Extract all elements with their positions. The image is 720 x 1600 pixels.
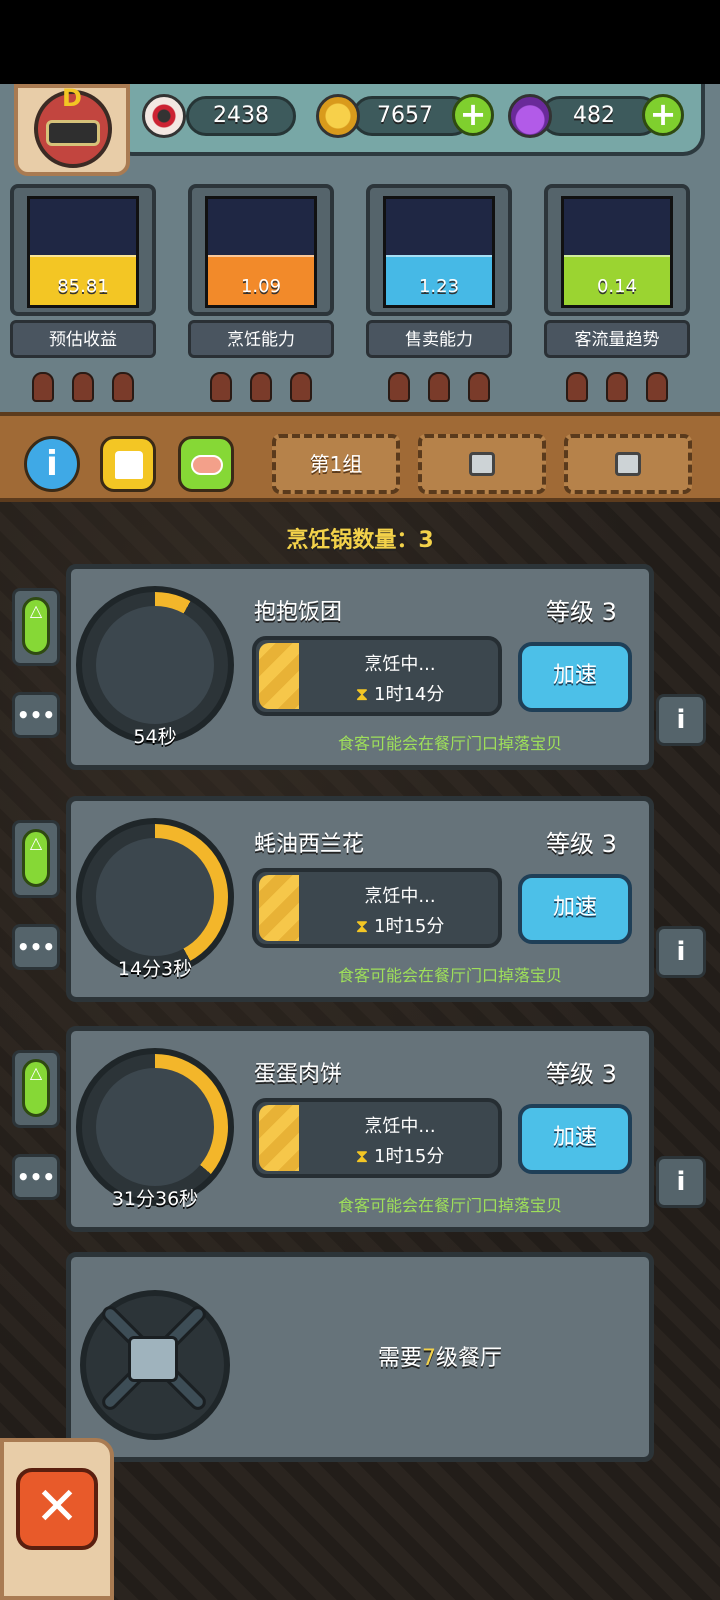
lock-icon — [615, 452, 641, 476]
speed-up-button[interactable]: 加速 — [518, 642, 632, 712]
meter-legs — [562, 362, 672, 402]
hourglass-icon: ⧗ — [355, 916, 369, 937]
dish-level: 等级 3 — [546, 598, 617, 626]
pot-info-button[interactable]: i — [656, 926, 706, 978]
add-coin-button[interactable]: + — [452, 94, 494, 136]
cook-duration: ⧗ 1时15分 — [300, 912, 500, 938]
hourglass-icon: ⧗ — [355, 1146, 369, 1167]
cook-duration-text: 1时15分 — [374, 916, 445, 937]
meter-legs — [206, 362, 316, 402]
unlock-suffix: 级餐厅 — [436, 1346, 503, 1371]
shirt-icon — [115, 451, 143, 479]
cook-countdown: 14分3秒 — [117, 958, 193, 980]
more-options-button[interactable]: ••• — [12, 924, 60, 970]
cook-status: 烹饪中... — [364, 654, 436, 675]
pot-info-button[interactable]: i — [656, 1156, 706, 1208]
dish-name: 抱抱饭团 — [254, 600, 343, 625]
stat-label: 售卖能力 — [366, 320, 512, 358]
eyeball-count: 2438 — [213, 103, 269, 128]
dish-level: 等级 3 — [546, 1060, 617, 1088]
stat-label: 预估收益 — [10, 320, 156, 358]
outfit-button[interactable] — [100, 436, 156, 492]
more-options-button[interactable]: ••• — [12, 1154, 60, 1200]
upgrade-tab[interactable]: △ — [12, 1050, 60, 1128]
drop-note: 食客可能会在餐厅门口掉落宝贝 — [337, 734, 562, 753]
tab-group-1[interactable]: 第1组 — [272, 434, 400, 494]
close-button[interactable]: ✕ — [16, 1468, 98, 1550]
dish-plate-icon — [96, 606, 214, 724]
stat-value: 85.81 — [57, 276, 109, 297]
sushi-icon — [191, 455, 223, 475]
add-potion-button[interactable]: + — [642, 94, 684, 136]
upgrade-tab[interactable]: △ — [12, 820, 60, 898]
cook-progress-fill — [259, 875, 299, 941]
pot-count: 烹饪锅数量：3 — [0, 522, 720, 554]
cook-duration: ⧗ 1时15分 — [300, 1142, 500, 1168]
meter-legs — [28, 362, 138, 402]
cook-countdown: 31分36秒 — [111, 1188, 199, 1210]
avatar-mouth-icon — [46, 120, 100, 146]
dish-plate-icon — [96, 838, 214, 956]
stat-value: 1.23 — [418, 276, 460, 297]
drop-note: 食客可能会在餐厅门口掉落宝贝 — [337, 1196, 562, 1215]
speed-up-button[interactable]: 加速 — [518, 1104, 632, 1174]
potion-icon — [508, 94, 552, 138]
dish-plate-icon — [96, 1068, 214, 1186]
upgrade-button[interactable]: △ — [22, 1059, 50, 1117]
dish-name: 蚝油西兰花 — [254, 832, 365, 857]
eyeball-icon — [142, 94, 186, 138]
dish-level: 等级 3 — [546, 830, 617, 858]
coin-icon — [316, 94, 360, 138]
pot-count-label: 烹饪锅数量： — [286, 528, 419, 553]
recipe-button[interactable] — [178, 436, 234, 492]
pot-count-value: 3 — [418, 528, 434, 553]
unlock-level: 7 — [422, 1346, 436, 1371]
cook-timer-ring — [76, 586, 234, 744]
cook-duration-text: 1时14分 — [374, 684, 445, 705]
pot-info-button[interactable]: i — [656, 694, 706, 746]
cook-duration: ⧗ 1时14分 — [300, 680, 500, 706]
upgrade-button[interactable]: △ — [22, 597, 50, 655]
dish-name: 蛋蛋肉饼 — [254, 1062, 343, 1087]
meter-legs — [384, 362, 494, 402]
upgrade-tab[interactable]: △ — [12, 588, 60, 666]
stat-label: 客流量趋势 — [544, 320, 690, 358]
stat-value: 0.14 — [596, 276, 638, 297]
upgrade-button[interactable]: △ — [22, 829, 50, 887]
tab-group-2-locked[interactable] — [418, 434, 546, 494]
cook-countdown: 54秒 — [133, 726, 177, 748]
potion-count: 482 — [573, 103, 615, 128]
cook-timer-ring — [76, 1048, 234, 1206]
cook-progress: 烹饪中... ⧗ 1时15分 — [252, 868, 502, 948]
coin-count: 7657 — [377, 103, 433, 128]
cook-status: 烹饪中... — [364, 1116, 436, 1137]
cook-progress-fill — [259, 643, 299, 709]
hourglass-icon: ⧗ — [355, 684, 369, 705]
cook-progress: 烹饪中... ⧗ 1时14分 — [252, 636, 502, 716]
tab-group-3-locked[interactable] — [564, 434, 692, 494]
more-options-button[interactable]: ••• — [12, 692, 60, 738]
cook-progress: 烹饪中... ⧗ 1时15分 — [252, 1098, 502, 1178]
unlock-prefix: 需要 — [377, 1346, 422, 1371]
info-button[interactable]: i — [24, 436, 80, 492]
avatar-rank: D — [62, 84, 82, 112]
cook-status: 烹饪中... — [364, 886, 436, 907]
speed-up-button[interactable]: 加速 — [518, 874, 632, 944]
stat-label: 烹饪能力 — [188, 320, 334, 358]
cook-progress-fill — [259, 1105, 299, 1171]
cook-timer-ring — [76, 818, 234, 976]
stat-value: 1.09 — [240, 276, 282, 297]
drop-note: 食客可能会在餐厅门口掉落宝贝 — [337, 966, 562, 985]
cook-duration-text: 1时15分 — [374, 1146, 445, 1167]
unlock-requirement: 需要7级餐厅 — [230, 1340, 650, 1372]
lock-icon — [469, 452, 495, 476]
padlock-icon — [128, 1336, 178, 1382]
